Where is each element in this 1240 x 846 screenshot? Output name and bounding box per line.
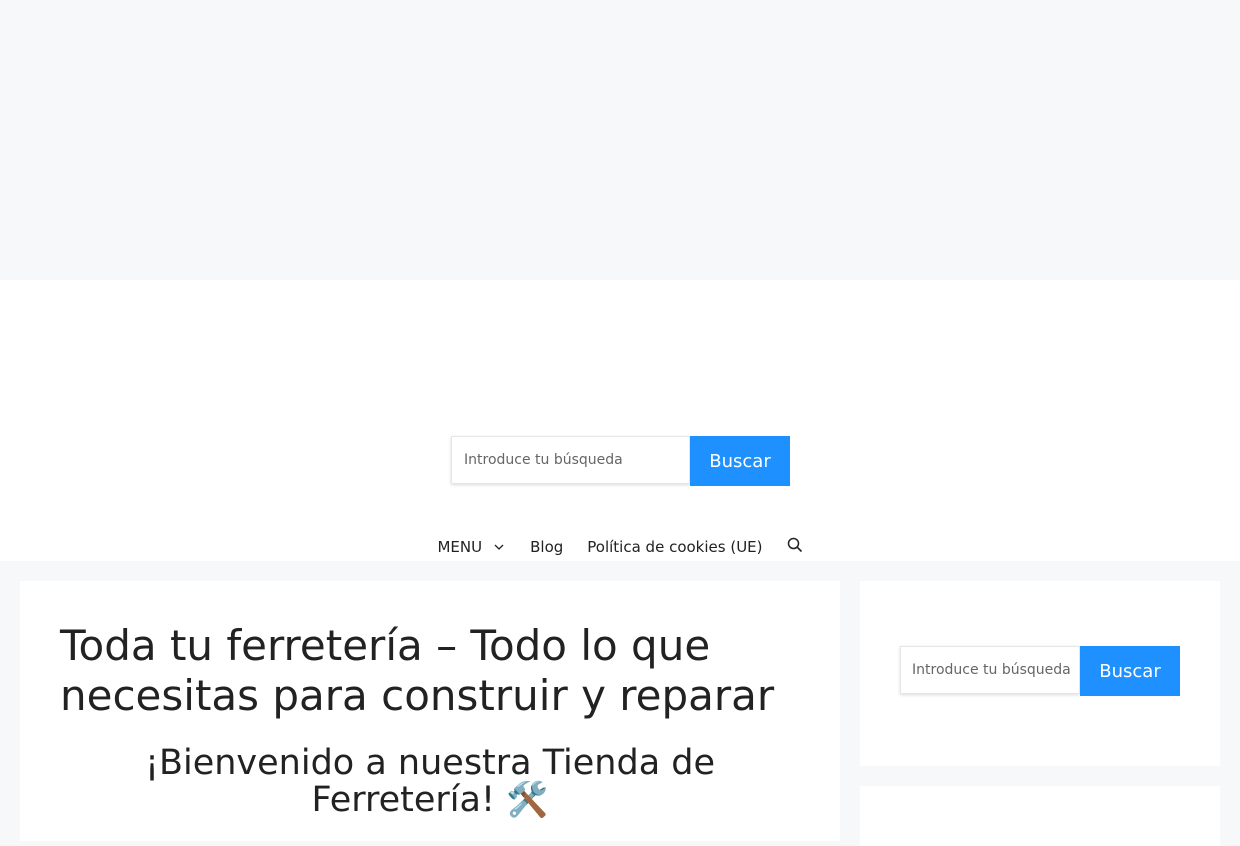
nav-search-toggle[interactable] [775,532,815,561]
sidebar-search-widget: Buscar [860,581,1220,766]
nav-item-cookie-policy[interactable]: Política de cookies (UE) [575,532,774,561]
nav-item-label: MENU [437,537,483,556]
article-card: Toda tu ferretería – Todo lo que necesit… [20,581,840,841]
header-search-form: Buscar [451,436,790,486]
nav-item-label: Blog [530,537,564,556]
sidebar-search-form: Buscar [900,646,1180,696]
site-header: Buscar MENU Blog Política de cookies (UE… [0,280,1240,561]
main-navigation: MENU Blog Política de cookies (UE) [0,532,1240,561]
sidebar-widget [860,786,1220,846]
welcome-heading-text: ¡Bienvenido a nuestra Tienda de Ferreter… [144,743,716,820]
chevron-down-icon [492,540,506,554]
page-title: Toda tu ferretería – Todo lo que necesit… [60,621,775,720]
top-ad-banner [0,0,1240,280]
sidebar-search-box [900,646,1080,694]
nav-item-label: Política de cookies (UE) [587,537,763,556]
header-search-box [451,436,690,484]
search-icon [787,537,803,557]
welcome-heading: ¡Bienvenido a nuestra Tienda de Ferreter… [60,745,800,819]
tools-icon: 🛠️ [506,780,549,820]
nav-item-menu[interactable]: MENU [425,532,518,561]
sidebar-search-input[interactable] [910,661,1079,679]
sidebar-search-button[interactable]: Buscar [1080,646,1180,696]
header-search-input[interactable] [462,451,689,469]
content-area: Toda tu ferretería – Todo lo que necesit… [0,561,1240,846]
nav-item-blog[interactable]: Blog [518,532,575,561]
header-search-button[interactable]: Buscar [690,436,790,486]
